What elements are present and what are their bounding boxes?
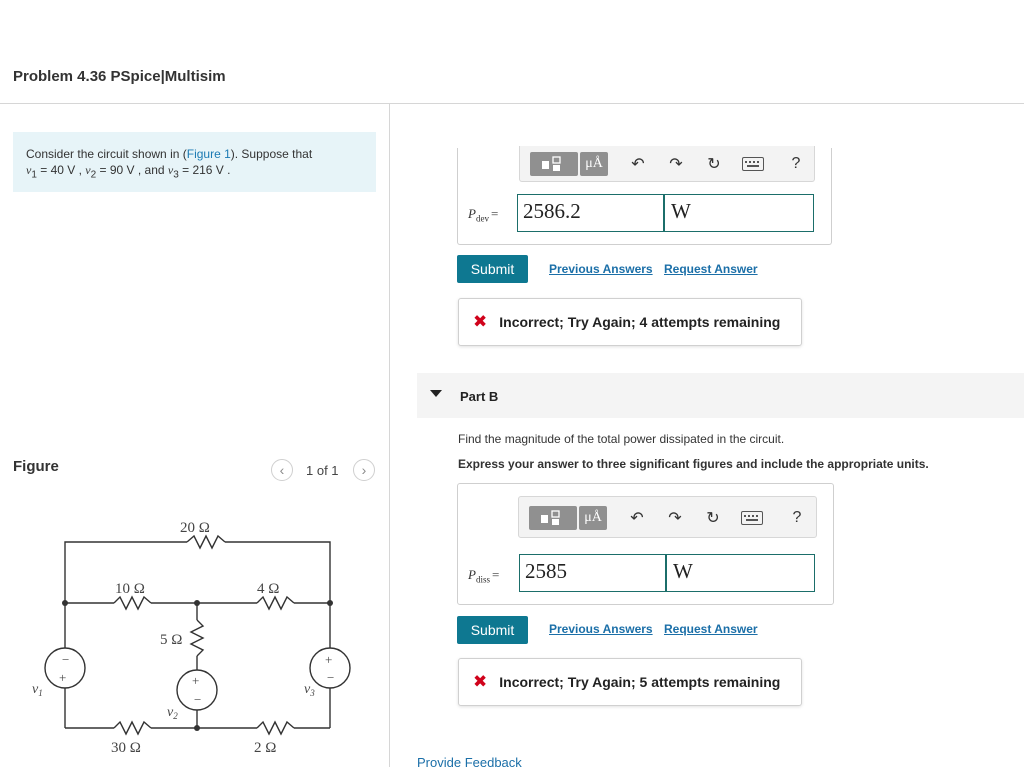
circuit-diagram: 20 Ω 10 Ω 4 Ω 5 Ω 30 Ω 2 Ω − + + − + − v… — [32, 520, 351, 755]
v3-sub: 3 — [309, 688, 315, 698]
v2-sub: 2 — [173, 711, 178, 721]
v2-label: v2 — [167, 705, 178, 721]
part-a-feedback: ✖ Incorrect; Try Again; 4 attempts remai… — [458, 298, 802, 346]
part-b-previous-answers-link[interactable]: Previous Answers — [549, 622, 653, 636]
pdiss-label: Pdiss = — [468, 567, 499, 585]
v3-label: v3 — [304, 682, 315, 698]
v1-sub: 1 — [38, 688, 43, 698]
chevron-left-icon[interactable]: ‹ — [271, 459, 293, 481]
polarity-plus: + — [59, 670, 66, 685]
provide-feedback-link[interactable]: Provide Feedback — [417, 755, 522, 770]
incorrect-icon: ✖ — [473, 672, 488, 691]
feedback-message: Incorrect; Try Again; 4 attempts remaini… — [499, 314, 781, 330]
part-b-feedback: ✖ Incorrect; Try Again; 5 attempts remai… — [458, 658, 802, 706]
var-symbol: P — [468, 206, 476, 221]
part-b-question: Find the magnitude of the total power di… — [458, 432, 785, 446]
pdev-label: Pdev = — [468, 206, 498, 224]
chevron-right-icon[interactable]: › — [353, 459, 375, 481]
part-b-submit-button[interactable]: Submit — [457, 616, 528, 644]
part-a-answer-box: μÅ ↶ ↷ ↻ ? Pdev = 2586.2 W — [457, 146, 832, 245]
math-toolbar: μÅ ↶ ↷ ↻ ? — [518, 496, 817, 538]
reset-icon[interactable]: ↻ — [703, 508, 723, 528]
part-a-submit-button[interactable]: Submit — [457, 255, 528, 283]
var-symbol: P — [468, 567, 476, 582]
part-b-instruction: Express your answer to three significant… — [458, 457, 929, 471]
resistor-label: 20 Ω — [180, 520, 210, 536]
figure-heading: Figure — [13, 458, 59, 475]
problem-statement: Consider the circuit shown in (Figure 1)… — [13, 132, 376, 192]
v2-value: = 90 V , and — [96, 163, 168, 177]
v3-value: = 216 V . — [178, 163, 231, 177]
resistor-label: 30 Ω — [111, 740, 141, 755]
v1-value: = 40 V , — [36, 163, 86, 177]
pdiss-value-input[interactable]: 2585 — [519, 554, 666, 592]
given-values: v1 = 40 V , v2 = 90 V , and v3 = 216 V . — [26, 162, 363, 183]
resistor-label: 5 Ω — [160, 632, 182, 648]
polarity-minus: − — [194, 692, 201, 707]
incorrect-icon: ✖ — [473, 312, 488, 331]
polarity-minus: − — [62, 652, 69, 667]
resistor-label: 2 Ω — [254, 740, 276, 755]
column-divider — [389, 104, 390, 767]
pdev-value-input[interactable]: 2586.2 — [517, 194, 664, 232]
polarity-plus: + — [325, 652, 332, 667]
problem-title: Problem 4.36 PSpice|Multisim — [13, 68, 226, 85]
figure-pager: 1 of 1 — [306, 463, 339, 478]
resistor-label: 10 Ω — [115, 581, 145, 597]
intro-text-2: ). Suppose that — [230, 147, 313, 161]
part-a-previous-answers-link[interactable]: Previous Answers — [549, 262, 653, 276]
v1-label: v1 — [32, 682, 43, 698]
undo-icon[interactable]: ↶ — [628, 154, 648, 174]
caret-down-icon[interactable] — [430, 390, 442, 397]
equals-sign: = — [491, 567, 500, 582]
keyboard-icon[interactable] — [741, 511, 763, 525]
var-sub: diss — [475, 574, 490, 585]
polarity-plus: + — [192, 673, 199, 688]
help-icon[interactable]: ? — [789, 508, 805, 528]
var-sub: dev — [475, 213, 489, 224]
intro-text: Consider the circuit shown in ( — [26, 147, 187, 161]
templates-icon[interactable] — [530, 152, 578, 176]
resistor-label: 4 Ω — [257, 581, 279, 597]
units-icon[interactable]: μÅ — [579, 506, 607, 530]
part-b-request-answer-link[interactable]: Request Answer — [664, 622, 758, 636]
pdev-unit-input[interactable]: W — [664, 194, 814, 232]
templates-icon[interactable] — [529, 506, 577, 530]
help-icon[interactable]: ? — [788, 154, 804, 174]
equals-sign: = — [490, 206, 499, 221]
part-b-answer-box: μÅ ↶ ↷ ↻ ? Pdiss = 2585 W — [457, 483, 834, 605]
feedback-message: Incorrect; Try Again; 5 attempts remaini… — [499, 674, 781, 690]
pdiss-unit-input[interactable]: W — [666, 554, 815, 592]
redo-icon[interactable]: ↷ — [665, 508, 685, 528]
keyboard-icon[interactable] — [742, 157, 764, 171]
reset-icon[interactable]: ↻ — [704, 154, 724, 174]
figure-link[interactable]: Figure 1 — [187, 147, 231, 161]
math-toolbar: μÅ ↶ ↷ ↻ ? — [519, 146, 815, 182]
units-icon[interactable]: μÅ — [580, 152, 608, 176]
part-a-request-answer-link[interactable]: Request Answer — [664, 262, 758, 276]
part-b-header[interactable] — [417, 373, 1024, 418]
redo-icon[interactable]: ↷ — [666, 154, 686, 174]
header-divider — [0, 103, 1024, 104]
polarity-minus: − — [327, 670, 334, 685]
part-b-title[interactable]: Part B — [460, 389, 498, 404]
undo-icon[interactable]: ↶ — [627, 508, 647, 528]
